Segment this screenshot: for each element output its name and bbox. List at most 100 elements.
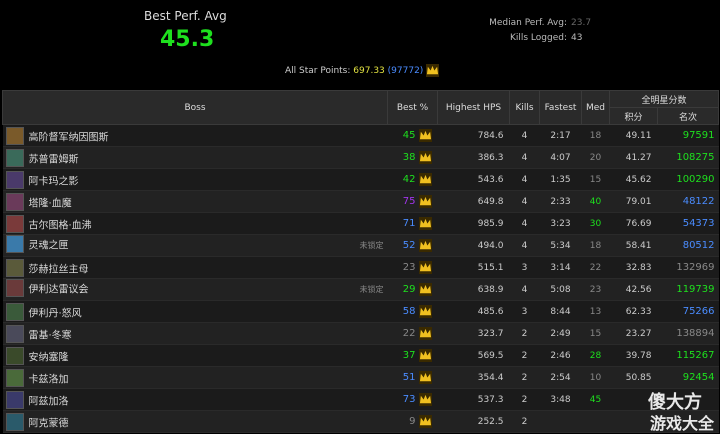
boss-portrait-icon xyxy=(5,324,24,343)
boss-cell[interactable]: 古尔图格·血沸 xyxy=(2,212,388,235)
best-percent: 45 xyxy=(402,130,416,141)
col-boss[interactable]: Boss xyxy=(2,90,388,125)
boss-cell[interactable]: 高阶督军纳因图斯 xyxy=(2,124,388,147)
points-cell: 76.69 xyxy=(609,212,658,235)
rank-cell: 132969 xyxy=(657,256,719,279)
boss-cell[interactable]: 阿克蒙德 xyxy=(2,410,388,433)
table-row[interactable]: 莎赫拉丝主母 23 515.1 3 3:14 22 32.83 132969 xyxy=(2,256,719,279)
boss-cell[interactable]: 莎赫拉丝主母 xyxy=(2,256,388,279)
boss-cell[interactable]: 雷基·冬寒 xyxy=(2,322,388,345)
boss-name[interactable]: 苏普雷姆斯 xyxy=(29,154,79,165)
points-cell: 41.27 xyxy=(609,146,658,169)
col-med[interactable]: Med xyxy=(581,90,610,125)
boss-name[interactable]: 卡兹洛加 xyxy=(29,374,69,385)
fastest-cell: 1:35 xyxy=(539,168,582,191)
boss-cell[interactable]: 苏普雷姆斯 xyxy=(2,146,388,169)
best-cell: 38 xyxy=(387,146,438,169)
col-rank[interactable]: 名次 xyxy=(656,107,720,125)
rank-cell: 115267 xyxy=(657,344,719,367)
rank-cell: 54373 xyxy=(657,212,719,235)
boss-name[interactable]: 伊利丹·怒风 xyxy=(29,308,82,319)
fastest-cell: 4:07 xyxy=(539,146,582,169)
best-percent: 75 xyxy=(402,196,416,207)
boss-name[interactable]: 雷基·冬寒 xyxy=(29,330,72,341)
boss-cell[interactable]: 塔隆·血魔 xyxy=(2,190,388,213)
crown-icon xyxy=(418,349,432,362)
fastest-cell: 2:33 xyxy=(539,190,582,213)
crown-icon xyxy=(418,415,432,428)
crown-icon xyxy=(418,151,432,164)
table-row[interactable]: 安纳塞隆 37 569.5 2 2:46 28 39.78 115267 xyxy=(2,344,719,367)
best-cell: 22 xyxy=(387,322,438,345)
crown-icon xyxy=(418,239,432,252)
col-fastest[interactable]: Fastest xyxy=(539,90,582,125)
boss-name[interactable]: 灵魂之匣 xyxy=(29,241,69,252)
rankings-table: Boss Best % Highest HPS Kills Fastest Me… xyxy=(2,90,720,433)
col-hps[interactable]: Highest HPS xyxy=(437,90,510,125)
med-cell: 18 xyxy=(581,234,610,257)
boss-name[interactable]: 阿兹加洛 xyxy=(29,396,69,407)
boss-portrait-icon xyxy=(5,235,24,253)
median-perf-value: 23.7 xyxy=(571,18,592,28)
boss-cell[interactable]: 卡兹洛加 xyxy=(2,366,388,389)
best-percent: 51 xyxy=(402,372,416,383)
col-best[interactable]: Best % xyxy=(387,90,438,125)
table-row[interactable]: 塔隆·血魔 75 649.8 4 2:33 40 79.01 48122 xyxy=(2,190,719,213)
boss-cell[interactable]: 伊利丹·怒风 xyxy=(2,300,388,323)
hps-cell: 985.9 xyxy=(437,212,510,235)
best-perf-value: 45.3 xyxy=(160,27,215,52)
rank-cell: 48122 xyxy=(657,190,719,213)
fastest-cell: 8:44 xyxy=(539,300,582,323)
boss-cell[interactable]: 灵魂之匣 未锁定 xyxy=(2,234,388,257)
rank-cell: 119739 xyxy=(657,278,719,301)
crown-icon xyxy=(418,195,432,208)
hps-cell: 485.6 xyxy=(437,300,510,323)
best-percent: 22 xyxy=(402,328,416,339)
boss-name[interactable]: 高阶督军纳因图斯 xyxy=(29,132,109,143)
watermark-line2: 游戏大全 xyxy=(649,414,714,433)
points-cell: 32.83 xyxy=(609,256,658,279)
boss-name[interactable]: 莎赫拉丝主母 xyxy=(29,264,89,275)
boss-cell[interactable]: 伊利达雷议会 未锁定 xyxy=(2,278,388,301)
table-row[interactable]: 伊利达雷议会 未锁定 29 638.9 4 5:08 23 42.56 119739 xyxy=(2,278,719,301)
crown-icon xyxy=(418,393,432,406)
hps-cell: 323.7 xyxy=(437,322,510,345)
crown-icon xyxy=(418,217,432,230)
rank-cell: 75266 xyxy=(657,300,719,323)
boss-cell[interactable]: 阿卡玛之影 xyxy=(2,168,388,191)
boss-name[interactable]: 安纳塞隆 xyxy=(29,352,69,363)
boss-name[interactable]: 阿克蒙德 xyxy=(29,418,69,429)
all-star-points-value: 697.33 xyxy=(353,66,385,76)
table-row[interactable]: 灵魂之匣 未锁定 52 494.0 4 5:34 18 58.41 80512 xyxy=(2,234,719,257)
kills-logged-label: Kills Logged: xyxy=(509,33,567,43)
boss-portrait-icon xyxy=(5,192,24,211)
all-star-rank[interactable]: (97772) xyxy=(388,66,424,76)
boss-cell[interactable]: 阿兹加洛 xyxy=(2,388,388,411)
best-cell: 23 xyxy=(387,256,438,279)
med-cell: 15 xyxy=(581,322,610,345)
points-cell: 42.56 xyxy=(609,278,658,301)
best-percent: 42 xyxy=(402,174,416,185)
table-row[interactable]: 古尔图格·血沸 71 985.9 4 3:23 30 76.69 54373 xyxy=(2,212,719,235)
table-row[interactable]: 苏普雷姆斯 38 386.3 4 4:07 20 41.27 108275 xyxy=(2,146,719,169)
col-points[interactable]: 积分 xyxy=(609,107,658,125)
best-percent: 9 xyxy=(409,416,416,427)
kills-cell: 4 xyxy=(509,190,540,213)
boss-cell[interactable]: 安纳塞隆 xyxy=(2,344,388,367)
best-percent: 29 xyxy=(402,284,416,295)
table-row[interactable]: 阿卡玛之影 42 543.6 4 1:35 15 45.62 100290 xyxy=(2,168,719,191)
boss-name[interactable]: 塔隆·血魔 xyxy=(29,198,72,209)
med-cell: 30 xyxy=(581,212,610,235)
table-row[interactable]: 伊利丹·怒风 58 485.6 3 8:44 13 62.33 75266 xyxy=(2,300,719,323)
fastest-cell: 3:14 xyxy=(539,256,582,279)
hps-cell: 354.4 xyxy=(437,366,510,389)
boss-name[interactable]: 伊利达雷议会 xyxy=(29,285,89,296)
boss-name[interactable]: 古尔图格·血沸 xyxy=(29,220,92,231)
best-cell: 71 xyxy=(387,212,438,235)
table-row[interactable]: 高阶督军纳因图斯 45 784.6 4 2:17 18 49.11 97591 xyxy=(2,124,719,147)
col-kills[interactable]: Kills xyxy=(509,90,540,125)
points-cell: 39.78 xyxy=(609,344,658,367)
table-row[interactable]: 雷基·冬寒 22 323.7 2 2:49 15 23.27 138894 xyxy=(2,322,719,345)
boss-name[interactable]: 阿卡玛之影 xyxy=(29,176,79,187)
fastest-cell: 2:46 xyxy=(539,344,582,367)
